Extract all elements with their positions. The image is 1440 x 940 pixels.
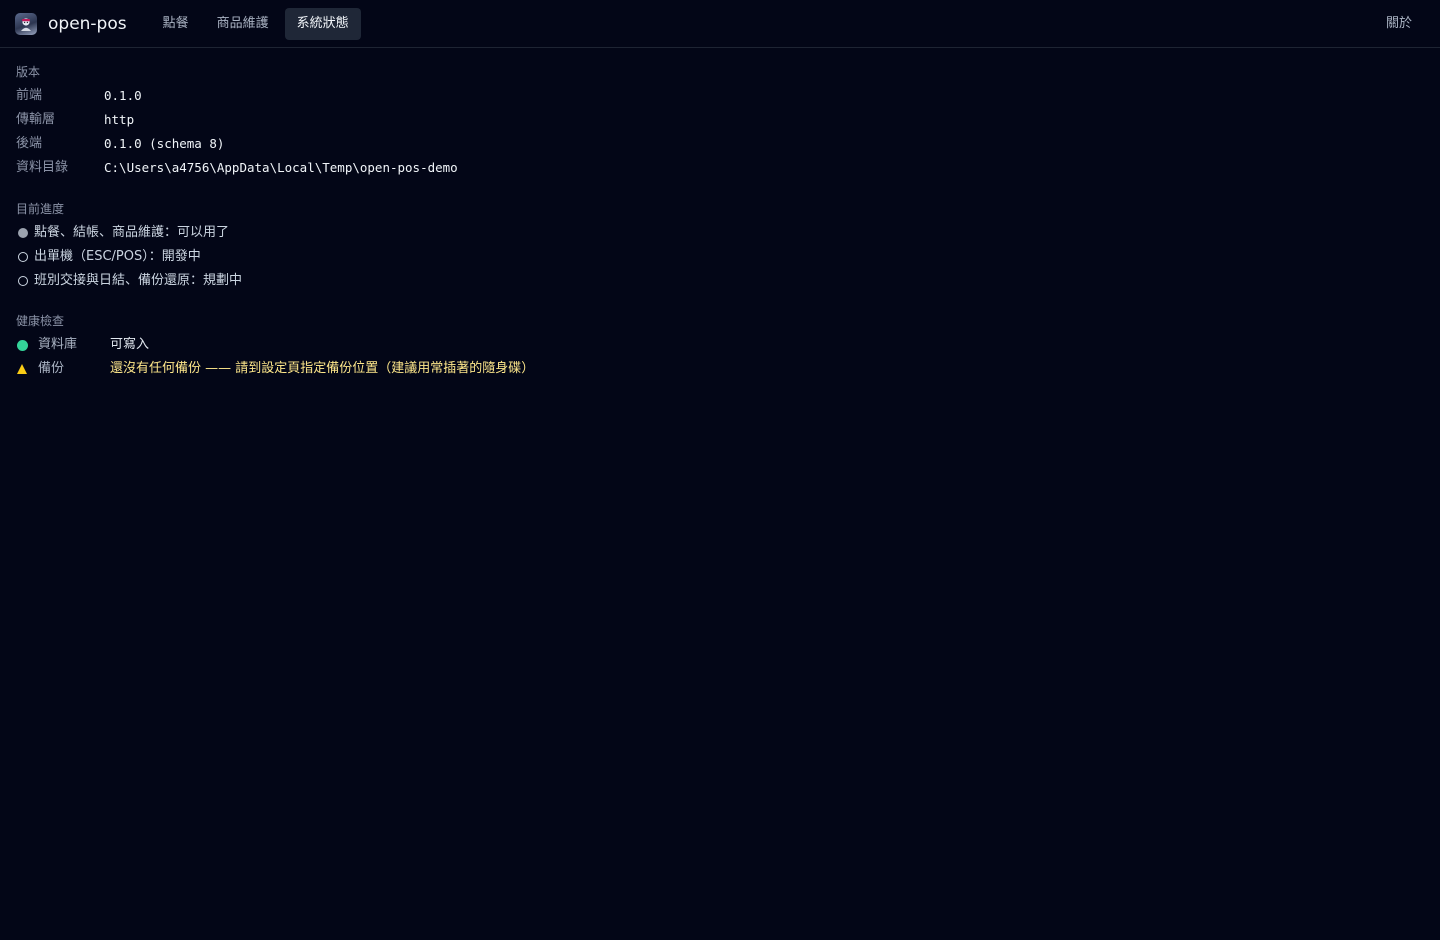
warning-icon [17,364,27,374]
version-row-backend: 後端 0.1.0 (schema 8) [16,132,1424,156]
progress-item: 點餐、結帳、商品維護：可以用了 [16,221,1424,245]
health-item-database: 資料庫 可寫入 [16,333,1424,357]
section-title: 版本 [16,65,41,79]
tab-system-status[interactable]: 系統狀態 [284,7,361,40]
app-title: open-pos [48,13,127,34]
health-label: 資料庫 [38,337,78,352]
about-link[interactable]: 關於 [1386,0,1412,47]
progress-section: 目前進度 點餐、結帳、商品維護：可以用了 出單機（ESC/POS）：開發中 班別… [16,199,1424,293]
version-value: http [104,112,135,127]
app-logo-icon [15,12,37,35]
top-nav-bar: open-pos 點餐 商品維護 系統狀態 關於 [0,0,1440,48]
hollow-circle-icon [18,252,28,262]
section-title: 目前進度 [16,202,65,216]
brand[interactable]: open-pos [15,12,127,35]
health-item-backup: 備份 還沒有任何備份 —— 請到設定頁指定備份位置（建議用常插著的隨身碟） [16,357,1424,381]
health-warning-message: 還沒有任何備份 —— 請到設定頁指定備份位置（建議用常插著的隨身碟） [110,361,535,376]
health-value: 可寫入 [110,337,150,352]
tab-product-maintenance[interactable]: 商品維護 [205,8,281,40]
main-tabs: 點餐 商品維護 系統狀態 [151,7,361,40]
hollow-circle-icon [18,276,28,286]
version-key: 傳輸層 [16,112,56,127]
version-key: 後端 [16,136,43,151]
progress-item-text: 班別交接與日結、備份還原：規劃中 [34,273,243,288]
tab-ordering[interactable]: 點餐 [151,8,201,40]
status-page: 版本 前端 0.1.0 傳輸層 http 後端 0.1.0 (schema 8)… [0,48,1440,395]
health-section: 健康檢查 資料庫 可寫入 備份 還沒有任何備份 —— 請到設定頁指定備份位置（建… [16,311,1424,381]
version-row-frontend: 前端 0.1.0 [16,84,1424,108]
version-value: 0.1.0 (schema 8) [104,136,225,151]
ok-dot-icon [17,339,28,351]
progress-item: 班別交接與日結、備份還原：規劃中 [16,269,1424,293]
filled-circle-icon [18,228,28,238]
version-row-transport: 傳輸層 http [16,108,1424,132]
progress-item-text: 出單機（ESC/POS）：開發中 [34,249,201,264]
version-key: 前端 [16,88,43,103]
data-directory-path: C:\Users\a4756\AppData\Local\Temp\open-p… [104,160,458,175]
progress-item: 出單機（ESC/POS）：開發中 [16,245,1424,269]
health-label: 備份 [38,361,65,376]
version-value: 0.1.0 [104,88,142,103]
version-key: 資料目錄 [16,160,69,175]
section-title: 健康檢查 [16,314,65,328]
version-row-data-dir: 資料目錄 C:\Users\a4756\AppData\Local\Temp\o… [16,156,1424,180]
version-section: 版本 前端 0.1.0 傳輸層 http 後端 0.1.0 (schema 8)… [16,62,1424,180]
progress-item-text: 點餐、結帳、商品維護：可以用了 [34,225,230,240]
